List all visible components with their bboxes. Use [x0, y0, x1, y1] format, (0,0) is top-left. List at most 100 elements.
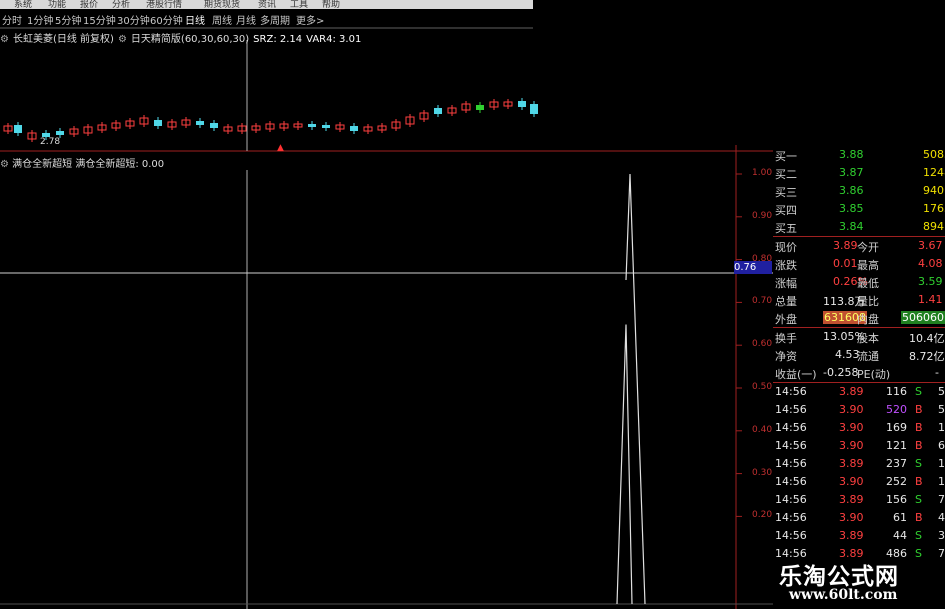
indicator-title: 日天精简版(60,30,60,30)	[130, 34, 250, 45]
bid-volume: 894	[923, 220, 944, 233]
tick-time: 14:56	[775, 403, 807, 416]
tick-price: 3.90	[839, 439, 864, 452]
fundamental-row: 收益(一) -0.258 PE(动) -	[773, 364, 945, 382]
buy-arrow-icon: ▲	[277, 143, 284, 153]
stat-row: 现价 3.89 今开 3.67	[773, 237, 945, 255]
tick-volume: 121	[886, 439, 907, 452]
tick-count: 13	[938, 421, 945, 434]
y-tick-label: 0.80	[752, 253, 773, 264]
quote-panel: 买一3.885085买二3.871248买三3.86940买四3.851765买…	[773, 145, 945, 609]
candle	[434, 108, 442, 114]
fund-label-2: 流通	[857, 350, 879, 363]
tick-side: B	[915, 403, 923, 416]
fund-label-2: PE(动)	[857, 368, 891, 381]
candle	[154, 120, 162, 126]
fund-label: 换手	[775, 332, 797, 345]
watermark: 乐淘公式网 www.60lt.com	[775, 555, 945, 609]
y-tick-label: 1.00	[752, 168, 773, 178]
candle	[350, 126, 358, 131]
stat-value-2: 3.59	[918, 275, 943, 288]
tick-time: 14:56	[775, 421, 807, 434]
chart-header: ⚙ 长虹美菱(日线 前复权) ⚙ 日天精简版(60,30,60,30) SRZ: 2.1…	[0, 30, 365, 45]
bid-label: 买五	[775, 222, 797, 235]
bid-volume: 1765	[923, 202, 945, 215]
tick-volume: 116	[886, 385, 907, 398]
y-tick-label: 0.90	[752, 210, 773, 221]
fund-label-2: 股本	[857, 332, 879, 345]
divider	[773, 382, 945, 383]
stat-row: 总量 113.8万 量比 1.41	[773, 291, 945, 309]
y-tick-label: 0.60	[752, 339, 773, 350]
tick-price: 3.90	[839, 403, 864, 416]
tick-count: 13	[938, 457, 945, 470]
candle	[308, 124, 316, 127]
stat-label: 外盘	[775, 313, 797, 326]
bid-label: 买一	[775, 150, 797, 163]
settings-icon[interactable]: ⚙	[0, 34, 9, 45]
bid-row: 买一 3.88 5085	[773, 146, 945, 164]
tick-price: 3.90	[839, 511, 864, 524]
candle	[56, 131, 64, 135]
tick-row: 14:56 3.90 61 B 4	[773, 509, 945, 527]
tick-price: 3.90	[839, 421, 864, 434]
tick-side: S	[915, 457, 922, 470]
tick-time: 14:56	[775, 475, 807, 488]
tick-row: 14:56 3.90 252 B 16	[773, 473, 945, 491]
fund-value: 4.53	[835, 348, 860, 361]
tick-volume: 252	[886, 475, 907, 488]
bid-volume: 1248	[923, 166, 945, 179]
candle	[196, 121, 204, 125]
stat-row: 外盘 631608 内盘 506060	[773, 309, 945, 327]
stat-value-2: 3.67	[918, 239, 943, 252]
stat-label: 涨跌	[775, 259, 797, 272]
var4-value: VAR4: 3.01	[306, 34, 362, 45]
tick-row: 14:56 3.90 169 B 13	[773, 419, 945, 437]
tick-side: S	[915, 385, 922, 398]
tick-count: 4	[938, 511, 945, 524]
tick-volume: 61	[893, 511, 907, 524]
tick-price: 3.89	[839, 457, 864, 470]
stat-label-2: 量比	[857, 295, 879, 308]
price-low-label: 2.78	[40, 137, 61, 147]
bid-label: 买三	[775, 186, 797, 199]
tick-volume: 156	[886, 493, 907, 506]
bid-price: 3.86	[839, 184, 864, 197]
stat-value-2: 4.08	[918, 257, 943, 270]
stock-title: 长虹美菱(日线 前复权)	[12, 34, 114, 45]
candle	[210, 123, 218, 128]
tick-time: 14:56	[775, 385, 807, 398]
y-tick-label: 0.20	[752, 510, 773, 521]
bid-row: 买五 3.84 894	[773, 218, 945, 236]
stat-value: 0.01	[833, 257, 858, 270]
candle	[14, 125, 22, 133]
stat-label-2: 内盘	[857, 313, 879, 326]
indicator-peak-2	[616, 324, 633, 605]
tick-side: S	[915, 493, 922, 506]
candle	[322, 125, 330, 128]
tick-count: 5	[938, 403, 945, 416]
tick-side: S	[915, 529, 922, 542]
bid-price: 3.85	[839, 202, 864, 215]
fund-value-2: 10.4亿	[909, 332, 945, 345]
indicator-gear-icon[interactable]: ⚙	[0, 159, 9, 170]
indicator-value: 满仓全新超短: 0.00	[75, 159, 165, 170]
tick-price: 3.89	[839, 529, 864, 542]
tick-volume: 520	[886, 403, 907, 416]
gear-icon[interactable]: ⚙	[118, 34, 127, 45]
indicator-peak-1	[625, 173, 646, 605]
tick-time: 14:56	[775, 493, 807, 506]
fundamental-row: 换手 13.05% 股本 10.4亿	[773, 328, 945, 346]
tick-side: B	[915, 511, 923, 524]
tick-row: 14:56 3.89 44 S 3	[773, 527, 945, 545]
watermark-title: 乐淘公式网	[779, 563, 899, 590]
tick-time: 14:56	[775, 529, 807, 542]
tick-time: 14:56	[775, 457, 807, 470]
bid-volume: 940	[923, 184, 944, 197]
stat-row: 涨幅 0.26% 最低 3.59	[773, 273, 945, 291]
bid-label: 买二	[775, 168, 797, 181]
bid-row: 买二 3.87 1248	[773, 164, 945, 182]
stat-label: 涨幅	[775, 277, 797, 290]
tick-side: B	[915, 421, 923, 434]
y-tick-label: 0.70	[752, 296, 773, 307]
tick-time: 14:56	[775, 511, 807, 524]
